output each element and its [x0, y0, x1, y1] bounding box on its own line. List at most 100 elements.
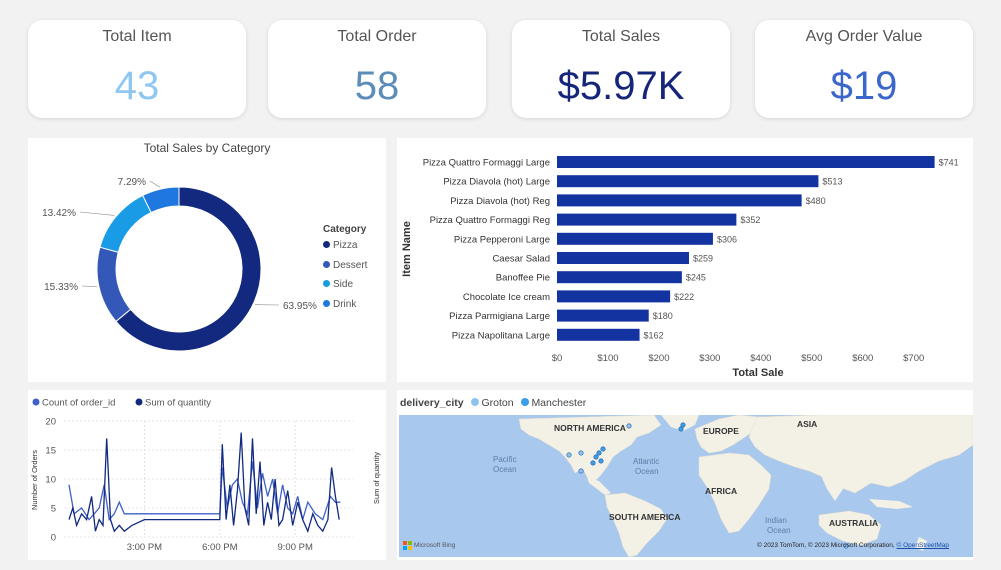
label-indian-ocean: Ocean: [767, 526, 791, 535]
map-copyright-text: © 2023 TomTom, © 2023 Microsoft Corporat…: [756, 542, 895, 549]
map-brand-label: Microsoft Bing: [414, 542, 456, 549]
donut-legend-item-drink[interactable]: Drink: [323, 299, 356, 310]
map-point-groton[interactable]: [578, 450, 584, 456]
map-point-manchester[interactable]: [680, 422, 686, 428]
kpi-card-avg-order-value: Avg Order Value $19: [755, 20, 973, 118]
kpi-card-total-item: Total Item 43: [28, 20, 246, 118]
y-tick-label: 20: [45, 417, 56, 428]
y-tick-label: Pizza Diavola (hot) Large: [443, 177, 550, 188]
bar-data-label: $245: [686, 273, 706, 283]
label-africa: AFRICA: [705, 486, 737, 496]
map-point-manchester[interactable]: [593, 454, 599, 460]
label-south-america: SOUTH AMERICA: [609, 512, 680, 522]
donut-chart-panel[interactable]: Total Sales by Category 63.95% 15.33% 13.4…: [28, 138, 386, 382]
y2-axis-title: Sum of quantity: [372, 452, 381, 504]
donut-leader-line: [149, 180, 161, 188]
line-legend-dot-icon: [32, 398, 40, 406]
map-point-manchester[interactable]: [678, 426, 684, 432]
line-legend-dot-icon: [135, 398, 143, 406]
x-tick-label: $300: [699, 353, 720, 364]
legend-dot-icon: [323, 260, 330, 268]
map-point-groton[interactable]: [626, 423, 632, 429]
bar[interactable]: [557, 232, 713, 245]
label-pacific-ocean: Ocean: [493, 465, 517, 474]
donut-slice-side[interactable]: [99, 194, 152, 253]
bar[interactable]: [557, 309, 649, 322]
bar[interactable]: [557, 252, 689, 264]
map-legend-groton: Groton: [481, 397, 514, 409]
label-asia: ASIA: [797, 419, 817, 429]
bar-chart[interactable]: $0 $100 $200 $300 $400 $500 $600 $700 Pizza Quat…: [397, 138, 973, 382]
bar-data-label: $480: [806, 196, 826, 206]
y-tick-label: Pizza Parmigiana Large: [449, 311, 550, 322]
legend-dot-icon: [323, 241, 330, 248]
bar[interactable]: [557, 328, 640, 341]
map-point-manchester[interactable]: [600, 446, 606, 452]
kpi-value: 58: [354, 64, 400, 108]
bar-data-label: $162: [644, 330, 664, 340]
bar-data-label: $513: [822, 177, 842, 187]
bar-data-label: $352: [740, 215, 760, 225]
map-point-groton[interactable]: [566, 452, 572, 458]
bar[interactable]: [557, 213, 737, 226]
map-point-manchester[interactable]: [590, 460, 596, 466]
kpi-card-total-sales: Total Sales $5.97K: [512, 20, 730, 118]
bar-data-label: $180: [653, 311, 673, 321]
bar[interactable]: [557, 194, 802, 207]
x-tick-label: $400: [750, 353, 771, 364]
bar-data-label: $741: [939, 158, 959, 168]
x-tick-label: $700: [903, 353, 924, 364]
y-tick-label: Pizza Quattro Formaggi Large: [423, 158, 550, 169]
microsoft-logo-icon: [403, 541, 412, 550]
donut-legend-item-dessert[interactable]: Dessert: [323, 260, 367, 271]
kpi-title: Total Sales: [581, 28, 661, 45]
bar[interactable]: [557, 290, 671, 303]
y-tick-label: Pizza Napolitana Large: [452, 330, 550, 341]
y-tick-label: Pizza Quattro Formaggi Reg: [430, 215, 550, 226]
x-axis-title: Total Sale: [732, 367, 783, 379]
legend-dot-icon: [323, 280, 330, 287]
y-tick-label: 15: [45, 446, 56, 457]
y-tick-label: 10: [45, 475, 56, 486]
line-series-sum-of-quantity[interactable]: [68, 432, 340, 534]
world-map[interactable]: NORTH AMERICA EUROPE ASIA AFRICA SOUTH A…: [399, 415, 973, 557]
bar[interactable]: [557, 156, 935, 168]
x-tick-label: 6:00 PM: [202, 542, 237, 553]
map-legend-manchester: Manchester: [531, 397, 587, 409]
label-australia: AUSTRALIA: [829, 518, 878, 528]
label-europe: EUROPE: [703, 426, 739, 436]
legend-label: Pizza: [333, 240, 358, 251]
line-chart[interactable]: Count of order_id Sum of quantity 0 5 10 15 20…: [28, 390, 386, 560]
label-north-america: NORTH AMERICA: [554, 423, 626, 433]
map-legend-dot-manchester: [520, 398, 529, 406]
line-legend-label[interactable]: Sum of quantity: [145, 398, 211, 409]
kpi-title: Total Order: [337, 28, 417, 45]
donut-data-label: 63.95%: [283, 301, 317, 312]
kpi-value: $19: [830, 64, 898, 108]
donut-leader-line: [79, 211, 115, 216]
donut-legend-item-side[interactable]: Side: [323, 279, 353, 290]
y-tick-label: Pizza Pepperoni Large: [454, 234, 550, 245]
map-point-manchester[interactable]: [598, 458, 604, 464]
bar[interactable]: [557, 271, 682, 284]
bar-data-label: $306: [717, 234, 737, 244]
map-point-groton[interactable]: [578, 468, 584, 474]
bar-data-label: $222: [674, 292, 694, 302]
bar-data-label: $259: [693, 254, 713, 264]
line-chart-panel[interactable]: Count of order_id Sum of quantity 0 5 10 15 20…: [28, 390, 386, 560]
line-legend-label[interactable]: Count of order_id: [42, 398, 115, 409]
bar[interactable]: [557, 175, 819, 188]
bar-chart-panel[interactable]: $0 $100 $200 $300 $400 $500 $600 $700 Pizza Quat…: [397, 138, 973, 382]
map-copyright: © 2023 TomTom, © 2023 Microsoft Corporat…: [757, 542, 949, 549]
x-tick-label: $100: [597, 353, 618, 364]
y-tick-label: Banoffee Pie: [496, 273, 550, 284]
label-atlantic-ocean: Ocean: [635, 467, 659, 476]
donut-slice-dessert[interactable]: [96, 246, 132, 323]
map-point-manchester[interactable]: [596, 450, 602, 456]
map-panel[interactable]: delivery_city Groton Manchester NORTH AM…: [397, 390, 973, 560]
x-tick-label: 9:00 PM: [278, 542, 313, 553]
map-legend: delivery_city Groton Manchester: [400, 397, 586, 409]
openstreetmap-link[interactable]: © OpenStreetMap: [897, 542, 949, 549]
donut-legend-item-pizza[interactable]: Pizza: [323, 240, 357, 251]
y-tick-label: 0: [51, 533, 56, 544]
